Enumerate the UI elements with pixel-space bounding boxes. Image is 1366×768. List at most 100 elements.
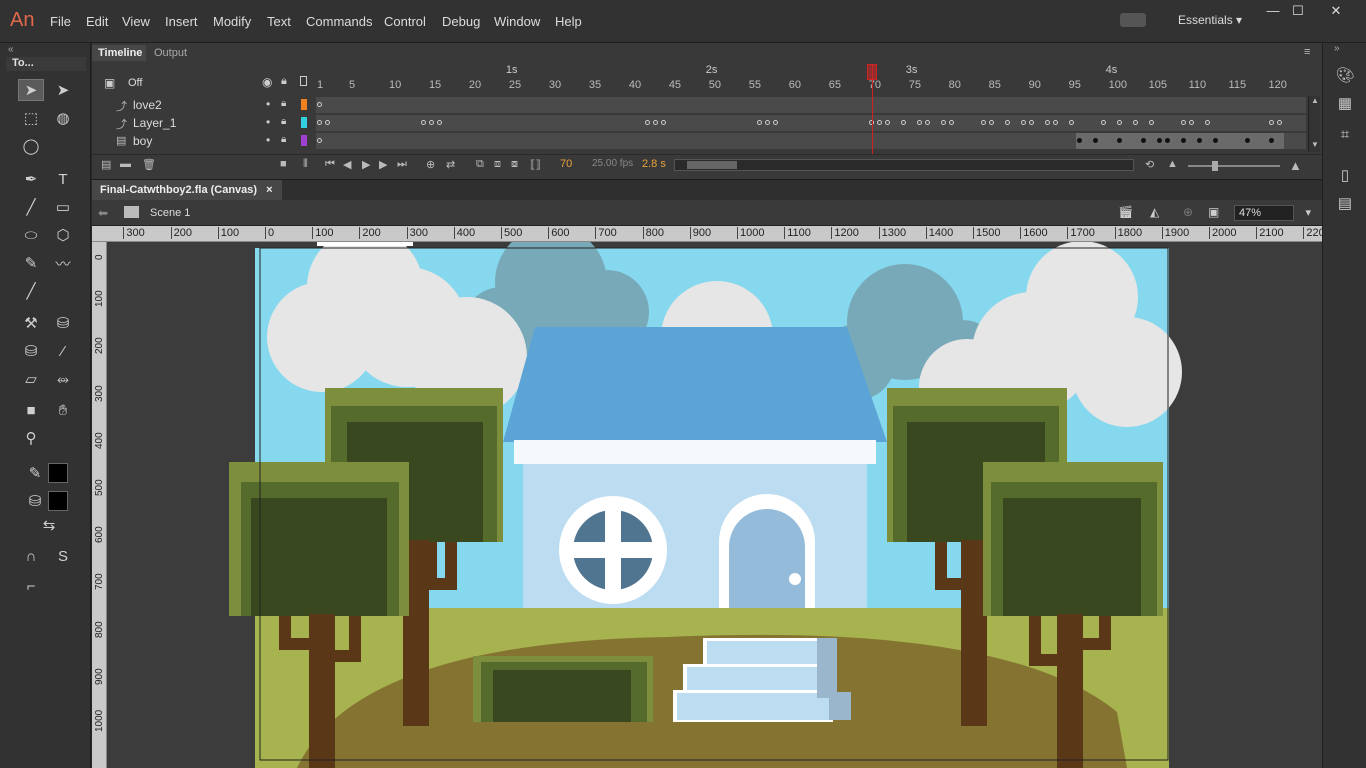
rectangle-tool-icon[interactable]: ▭ [50,196,76,218]
expand-panels-icon[interactable]: » [1334,43,1340,54]
layer-color-swatch[interactable] [301,99,307,110]
keyframe[interactable] [940,120,946,125]
keyframe[interactable] [660,120,666,125]
swatches-icon[interactable]: ▦ [1334,94,1356,114]
keyframe[interactable] [1204,120,1210,125]
hand-tool-icon[interactable]: ✋︎ [50,399,76,421]
layer-row[interactable]: ▤ boy • 🔒︎ [92,132,314,150]
keyframe[interactable] [764,120,770,125]
selection-tool-icon[interactable]: ➤ [18,79,44,101]
frame-number[interactable]: 70 [869,79,881,91]
keyframe[interactable] [428,120,434,125]
filled-keyframe[interactable] [1164,138,1170,143]
3d-rotation-icon[interactable]: ◍ [50,107,76,129]
stroke-swatch[interactable] [48,463,68,483]
width-tool-icon[interactable]: ⥈ [50,368,76,390]
keyframe[interactable] [1132,120,1138,125]
layer-name[interactable]: boy [133,134,152,148]
free-transform-icon[interactable]: ⬚ [18,107,44,129]
keyframe[interactable] [1116,120,1122,125]
properties-icon[interactable]: ▯ [1334,166,1356,186]
filled-keyframe[interactable] [1140,138,1146,143]
keyframe[interactable] [644,120,650,125]
layer-depth-icon[interactable]: ⦀ [303,158,308,171]
keyframe[interactable] [1268,120,1274,125]
center-stage-icon[interactable]: ⊕ [1183,205,1193,219]
visibility-dot[interactable]: • [266,133,270,147]
close-tab-icon[interactable]: × [266,184,272,196]
scene-name[interactable]: Scene 1 [150,207,190,219]
frame-number[interactable]: 30 [549,79,561,91]
frame-number[interactable]: 115 [1229,79,1247,91]
frame-number[interactable]: 65 [829,79,841,91]
keyframe[interactable] [876,120,882,125]
color-panel-icon[interactable]: 🎨︎ [1334,66,1356,86]
ink-bottle-icon[interactable]: ⛁ [18,340,44,362]
frame-number[interactable]: 45 [669,79,681,91]
workspace-switcher[interactable]: Essentials ▾ [1178,13,1242,27]
tab-output[interactable]: Output [148,45,194,61]
fill-color-icon[interactable]: ⛁ [22,490,48,512]
modify-markers-icon[interactable]: ⟦⟧ [530,158,541,171]
fill-swatch[interactable] [48,491,68,511]
keyframe[interactable] [1276,120,1282,125]
go-last-frame-icon[interactable]: ⏭︎ [397,158,407,171]
frame-number[interactable]: 105 [1149,79,1167,91]
lock-icon[interactable]: 🔒︎ [281,116,286,127]
frame-number[interactable]: 95 [1069,79,1081,91]
frame-number[interactable]: 55 [749,79,761,91]
keyframe[interactable] [980,120,986,125]
layer-frames[interactable] [316,115,1306,132]
frame-number[interactable]: 75 [909,79,921,91]
frame-size-slider[interactable] [1188,161,1280,171]
menu-text[interactable]: Text [267,14,291,29]
keyframe[interactable] [948,120,954,125]
frame-number[interactable]: 120 [1269,79,1287,91]
frame-number[interactable]: 60 [789,79,801,91]
zoom-small-icon[interactable]: ▲ [1167,158,1178,170]
lasso-icon[interactable]: ◯ [18,135,44,157]
frame-number[interactable]: 50 [709,79,721,91]
frame-number[interactable]: 90 [1029,79,1041,91]
keyframe[interactable] [1004,120,1010,125]
keyframe[interactable] [436,120,442,125]
stage-artwork[interactable] [107,242,1322,768]
keyframe[interactable] [756,120,762,125]
edit-scene-icon[interactable]: 🎬︎ [1118,205,1133,219]
lock-icon[interactable]: 🔒︎ [281,75,287,88]
layer-color-swatch[interactable] [301,117,307,128]
edit-symbols-icon[interactable]: ◭ [1150,205,1159,219]
menu-window[interactable]: Window [494,14,540,29]
collapse-panel-icon[interactable]: « [8,44,14,55]
align-icon[interactable]: ⌗ [1334,126,1356,146]
keyframe[interactable] [652,120,658,125]
pasteboard[interactable] [107,242,1322,768]
lock-icon[interactable]: 🔒︎ [281,98,286,109]
layer-name[interactable]: Layer_1 [133,116,176,130]
keyframe[interactable] [420,120,426,125]
go-first-frame-icon[interactable]: ⏮︎ [325,158,335,171]
minimize-button[interactable]: — [1262,3,1284,19]
edit-multiple-frames-icon[interactable]: ⧇ [511,158,518,171]
timeline-hscroll[interactable] [674,159,1134,171]
panel-menu-icon[interactable]: ≡ [1304,46,1310,58]
smooth-icon[interactable]: S [50,545,76,567]
frame-number[interactable]: 85 [989,79,1001,91]
camera-icon[interactable]: ■ [280,158,287,170]
tween-span[interactable] [1075,133,1284,149]
keyframe[interactable] [317,120,322,125]
frame-number[interactable]: 20 [469,79,481,91]
frame-number[interactable]: 1 [317,79,323,91]
frame-number[interactable]: 10 [389,79,401,91]
keyframe[interactable] [916,120,922,125]
keyframe[interactable] [324,120,330,125]
undock-icon[interactable]: ⟲ [1145,158,1154,171]
lock-icon[interactable]: 🔒︎ [281,134,286,145]
filled-keyframe[interactable] [1244,138,1250,143]
visibility-dot[interactable]: • [266,115,270,129]
swap-colors-icon[interactable]: ⇆ [36,514,62,536]
brush-tool-icon[interactable]: 〰 [50,252,76,274]
text-tool-icon[interactable]: T [50,168,76,190]
line-tool-icon[interactable]: ╱ [18,196,44,218]
back-arrow-icon[interactable]: ⬅︎ [98,206,108,220]
